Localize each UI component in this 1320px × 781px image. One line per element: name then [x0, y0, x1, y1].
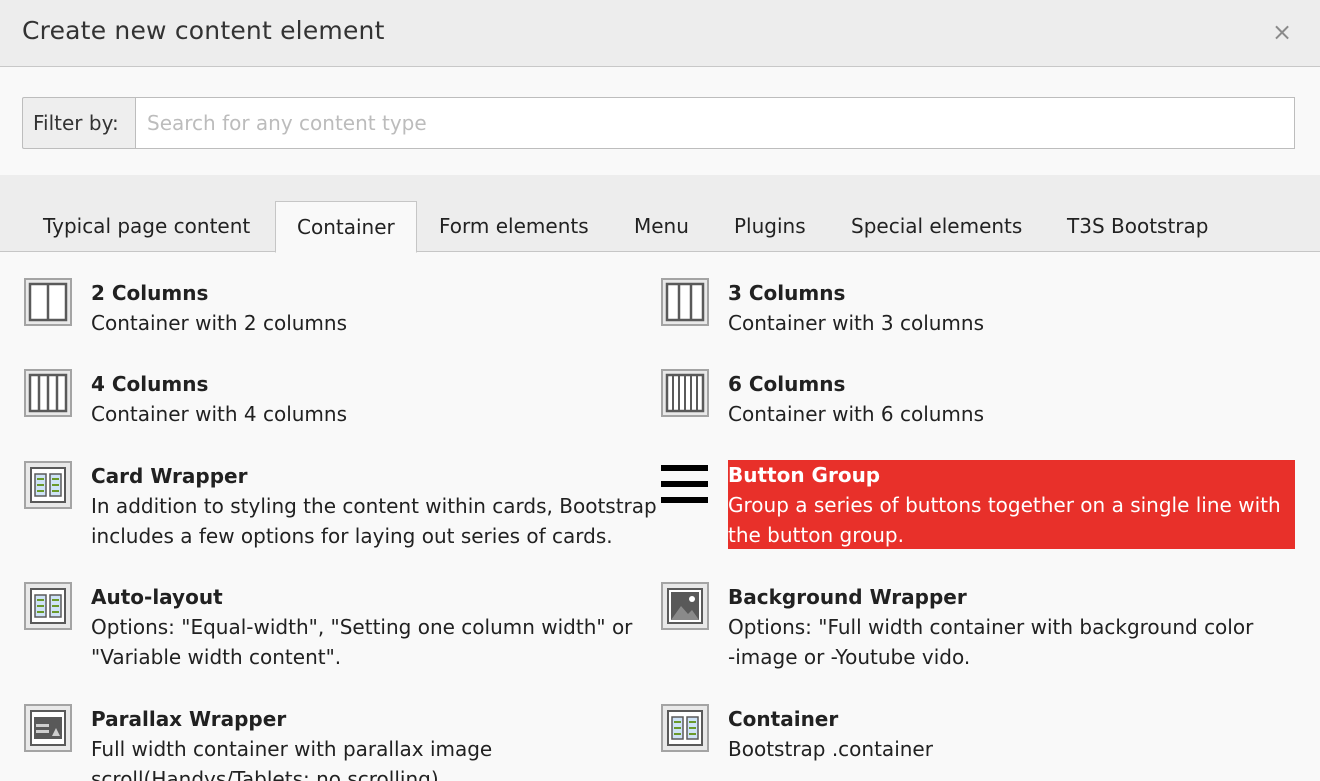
item-title: 2 Columns — [91, 281, 209, 305]
tab-bar: Typical page content Container Form elem… — [0, 175, 1320, 253]
item-description: Group a series of buttons together on a … — [728, 493, 1281, 517]
item-description: Container with 4 columns — [91, 402, 348, 426]
tab-menu[interactable]: Menu — [613, 201, 710, 253]
item-description: Bootstrap .container — [728, 737, 933, 761]
item-title: Background Wrapper — [728, 585, 967, 609]
item-title: 3 Columns — [728, 281, 846, 305]
tab-typical-page-content[interactable]: Typical page content — [22, 201, 271, 253]
item-title: Button Group — [728, 463, 881, 487]
hamburger-icon — [661, 465, 708, 503]
item-title: 4 Columns — [91, 372, 209, 396]
four-columns-icon — [24, 369, 72, 417]
item-description: Container with 2 columns — [91, 311, 348, 335]
item-description: Options: "Full width container with back… — [728, 615, 1254, 639]
item-description: Container with 3 columns — [728, 311, 985, 335]
filter-label: Filter by: — [22, 97, 135, 149]
item-title: Parallax Wrapper — [91, 707, 287, 731]
item-description: Container with 6 columns — [728, 402, 985, 426]
item-description: -image or -Youtube vido. — [728, 645, 971, 669]
item-description: "Variable width content". — [91, 645, 342, 669]
card-grid-icon — [661, 704, 709, 752]
item-description: In addition to styling the content withi… — [91, 494, 657, 518]
tab-plugins[interactable]: Plugins — [713, 201, 827, 253]
modal-title: Create new content element — [22, 16, 385, 45]
item-title: Card Wrapper — [91, 464, 248, 488]
item-description: scroll(Handys/Tablets: no scrolling) — [91, 767, 439, 781]
two-columns-icon — [24, 278, 72, 326]
modal-header: Create new content element × — [0, 0, 1320, 67]
tab-t3s-bootstrap[interactable]: T3S Bootstrap — [1046, 201, 1229, 253]
search-input[interactable] — [135, 97, 1295, 149]
parallax-icon — [24, 704, 72, 752]
tab-special-elements[interactable]: Special elements — [830, 201, 1043, 253]
image-icon — [661, 582, 709, 630]
item-description: Options: "Equal-width", "Setting one col… — [91, 615, 633, 639]
three-columns-icon — [661, 278, 709, 326]
tab-form-elements[interactable]: Form elements — [418, 201, 610, 253]
item-title: 6 Columns — [728, 372, 846, 396]
filter-row: Filter by: — [22, 97, 1295, 149]
tab-container[interactable]: Container — [275, 201, 417, 253]
item-title: Auto-layout — [91, 585, 223, 609]
item-title: Container — [728, 707, 839, 731]
item-description: the button group. — [728, 523, 904, 547]
item-description: Full width container with parallax image — [91, 737, 493, 761]
six-columns-icon — [661, 369, 709, 417]
card-grid-icon — [24, 582, 72, 630]
close-icon[interactable]: × — [1268, 18, 1296, 46]
card-grid-icon — [24, 461, 72, 509]
item-description: includes a few options for laying out se… — [91, 524, 613, 548]
